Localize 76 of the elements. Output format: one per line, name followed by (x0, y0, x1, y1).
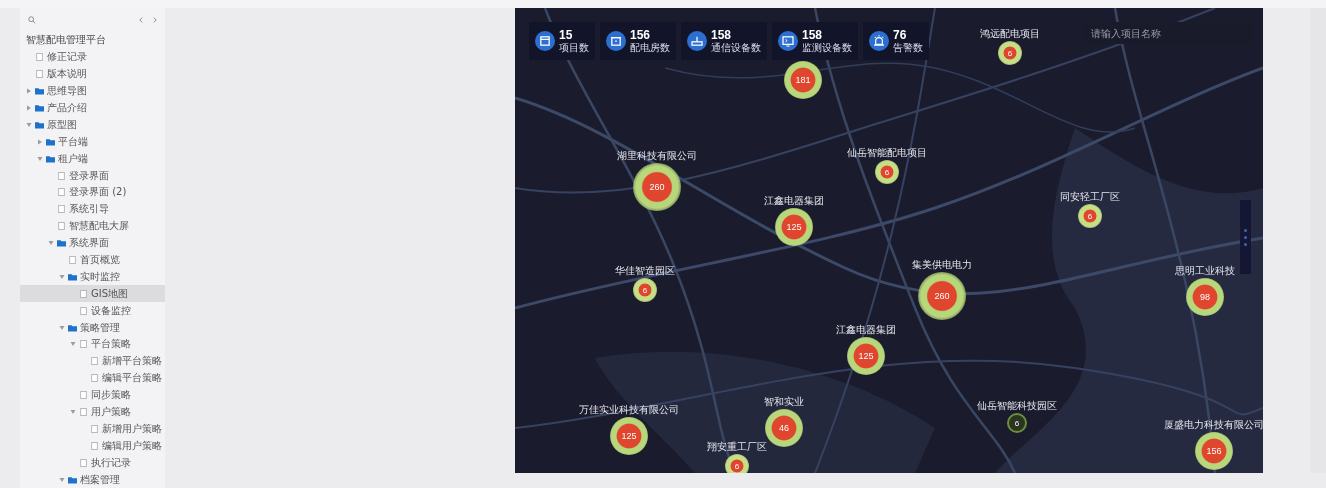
tree-item[interactable]: 设备监控 (20, 302, 165, 320)
tree-item[interactable]: 首页概览 (20, 251, 165, 269)
tree-item[interactable]: 编辑平台策略 (20, 369, 165, 387)
monitor-icon (778, 31, 798, 51)
search-icon[interactable] (28, 15, 36, 24)
project-label: 同安轻工厂区 (1060, 190, 1120, 204)
stat-label: 配电房数 (630, 42, 670, 54)
tree-item[interactable]: 实时监控 (20, 268, 165, 286)
expand-arrow-icon[interactable] (48, 240, 54, 247)
tree-item[interactable]: 租户端 (20, 150, 165, 168)
router-icon (687, 31, 707, 51)
expand-arrow-icon[interactable] (59, 324, 65, 331)
chevron-right-icon[interactable] (151, 15, 159, 24)
expand-arrow-icon[interactable] (59, 476, 65, 483)
project-label: 仙岳智能配电项目 (847, 146, 927, 160)
tree-item[interactable]: 新增平台策略 (20, 352, 165, 370)
chevron-left-icon[interactable] (137, 15, 145, 24)
tree-item[interactable]: 同步策略 (20, 386, 165, 404)
expand-arrow-icon[interactable] (37, 138, 43, 145)
tree-item[interactable]: 修正记录 (20, 48, 165, 66)
project-label: 华佳智造园区 (615, 264, 675, 278)
project-label: 厦盛电力科技有限公司 (1164, 418, 1263, 432)
stat-label: 监测设备数 (802, 42, 852, 54)
project-title: 智慧配电管理平台 (25, 32, 107, 47)
stat-value: 15 (559, 28, 574, 43)
expand-arrow-icon[interactable] (26, 105, 32, 111)
expand-arrow-icon[interactable] (70, 341, 76, 348)
tree-item[interactable]: 登录界面 (2) (20, 184, 165, 201)
expand-arrow-icon[interactable] (37, 155, 43, 162)
tree-item[interactable]: 编辑用户策略 (20, 437, 165, 455)
expand-arrow-icon[interactable] (70, 409, 76, 415)
tree-item[interactable]: 系统界面 (20, 234, 165, 252)
project-label: 仙岳智能科技园区 (977, 399, 1057, 413)
tree-item[interactable]: 产品介绍 (20, 99, 165, 117)
page-icon (68, 256, 77, 264)
tree-item[interactable]: 思维导图 (20, 82, 165, 100)
stat-value: 158 (711, 28, 733, 42)
project-label: 智和实业 (764, 395, 804, 409)
tree-item[interactable]: 原型图 (20, 116, 165, 134)
project-label: 江鑫电器集团 (764, 194, 824, 208)
project-label: 翔安重工厂区 (707, 440, 767, 454)
tree-item[interactable]: 智慧配电大屏 (20, 217, 165, 235)
tree-item[interactable]: 执行记录 (20, 454, 165, 472)
stat-value: 156 (630, 28, 652, 42)
tree-item[interactable]: 版本说明 (20, 65, 165, 83)
stat-value: 76 (893, 28, 908, 43)
map-control[interactable] (1240, 200, 1251, 274)
project-label: 思明工业科技 (1175, 264, 1235, 278)
box-icon (606, 31, 626, 51)
tree-item[interactable]: 平台策略 (20, 336, 165, 353)
tree-item[interactable]: 新增用户策略 (20, 420, 165, 438)
tree-item[interactable]: 档案管理 (20, 471, 165, 488)
expand-arrow-icon[interactable] (59, 273, 65, 280)
project-label: 万佳实业科技有限公司 (579, 403, 679, 417)
folder-icon (68, 323, 77, 332)
tree-item[interactable]: 用户策略 (20, 403, 165, 421)
expand-arrow-icon[interactable] (26, 121, 32, 128)
alarm-icon (869, 31, 889, 51)
project-label: 江鑫电器集团 (836, 323, 896, 337)
stat-label: 告警数 (893, 42, 923, 54)
stat-value: 158 (802, 28, 824, 43)
project-label: 集美供电电力 (912, 258, 972, 272)
project-label: 鸿远配电项目 (980, 27, 1040, 41)
tree-item[interactable]: GIS地图 (20, 285, 165, 303)
tree-item[interactable]: 策略管理 (20, 319, 165, 336)
tree-item[interactable]: 平台端 (20, 133, 165, 151)
project-label: 湖里科技有限公司 (617, 149, 697, 163)
calendar-icon (535, 31, 555, 51)
folder-icon (68, 475, 77, 484)
stat-label: 通信设备数 (711, 42, 761, 54)
tree-item[interactable]: 登录界面 (20, 167, 165, 184)
folder-icon (57, 239, 66, 248)
tree-item[interactable]: 系统引导 (20, 200, 165, 218)
expand-arrow-icon[interactable] (26, 88, 32, 95)
folder-icon (68, 272, 77, 281)
stat-label: 项目数 (559, 42, 589, 54)
